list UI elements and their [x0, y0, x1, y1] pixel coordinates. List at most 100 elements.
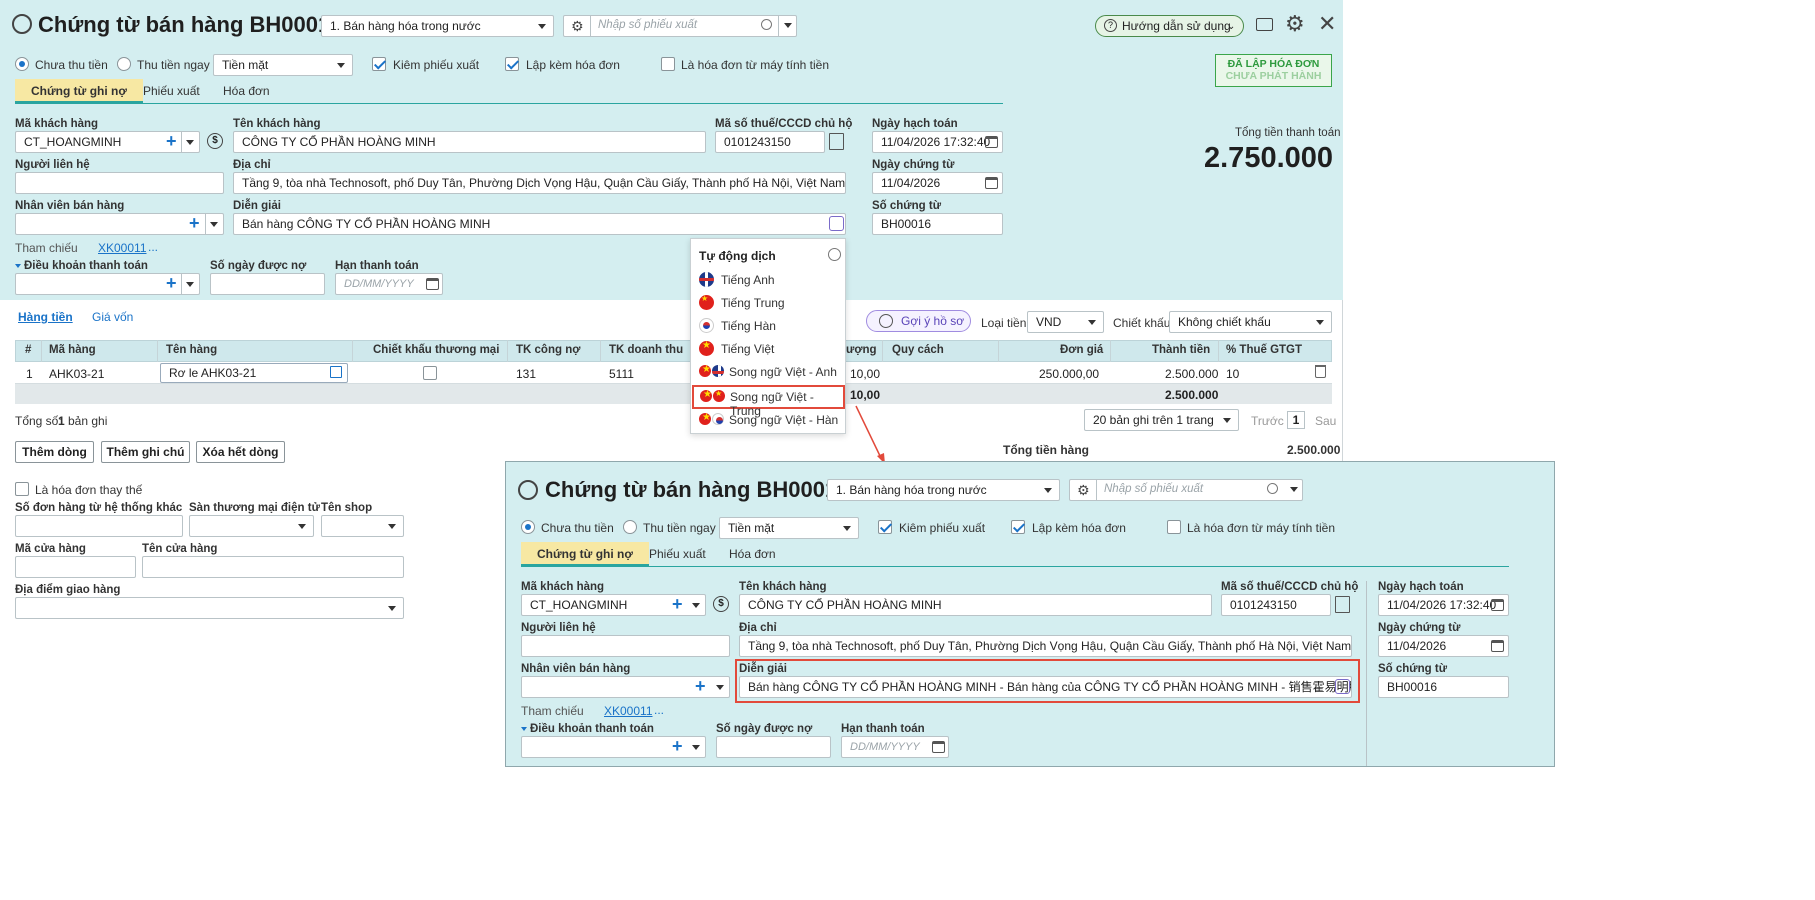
calendar-icon[interactable]	[985, 136, 998, 148]
tax-code-input[interactable]: 0101243150	[715, 131, 825, 153]
calendar-icon[interactable]	[1491, 599, 1504, 611]
add-row-button[interactable]: Thêm dòng	[15, 441, 94, 463]
row-vat[interactable]: 10	[1226, 367, 1239, 381]
collapse-caret-icon[interactable]	[15, 264, 21, 268]
add-salesperson-icon[interactable]: +	[695, 677, 706, 695]
inset-chk-cash-register[interactable]	[1167, 520, 1181, 534]
pager-next[interactable]: Sau	[1315, 414, 1336, 428]
chk-replacement-invoice[interactable]	[15, 482, 29, 496]
gear-icon[interactable]: ⚙	[1077, 482, 1090, 499]
add-customer-icon[interactable]: +	[166, 132, 177, 150]
collapse-caret-icon[interactable]	[521, 727, 527, 731]
calendar-icon[interactable]	[1491, 640, 1504, 652]
chk-invoice[interactable]	[505, 57, 519, 71]
voucher-no-input[interactable]: BH00016	[872, 213, 1003, 235]
chk-cash-register[interactable]	[661, 57, 675, 71]
add-payment-terms-icon[interactable]: +	[166, 274, 177, 292]
inset-reference-link[interactable]: XK00011	[604, 704, 653, 718]
row-trade-discount-checkbox[interactable]	[423, 366, 437, 380]
tab-debit-voucher[interactable]: Chứng từ ghi nợ	[15, 79, 143, 103]
tax-lookup-icon[interactable]	[1335, 596, 1350, 613]
contact-input[interactable]	[15, 172, 224, 194]
translate-icon[interactable]	[829, 216, 844, 231]
tab-invoice[interactable]: Hóa đơn	[223, 84, 270, 98]
settings-icon[interactable]: ⚙	[1285, 11, 1305, 37]
currency-select[interactable]: VND	[1027, 311, 1104, 333]
inset-customer-name-input[interactable]: CÔNG TY CỔ PHẦN HOÀNG MINH	[739, 594, 1212, 616]
pager-page[interactable]: 1	[1287, 411, 1305, 429]
close-icon[interactable]: ✕	[1318, 11, 1336, 37]
inset-payment-method-select[interactable]: Tiền mặt	[719, 517, 859, 539]
inset-radio-paid-now[interactable]	[623, 520, 637, 534]
inset-contact-input[interactable]	[521, 635, 730, 657]
calendar-icon[interactable]	[932, 741, 945, 753]
currency-dollar-icon[interactable]: $	[713, 596, 729, 612]
delivery-select[interactable]	[15, 597, 404, 619]
translate-option-english[interactable]: Tiếng Anh	[691, 269, 847, 292]
translate-option-bilingual-vi-zh[interactable]: Song ngữ Việt - Trung	[692, 385, 845, 418]
inset-tab-invoice[interactable]: Hóa đơn	[729, 547, 776, 561]
inset-chk-export[interactable]	[878, 520, 892, 534]
inset-address-input[interactable]: Tầng 9, tòa nhà Technosoft, phố Duy Tân,…	[739, 635, 1352, 657]
description-input[interactable]: Bán hàng CÔNG TY CỔ PHẦN HOÀNG MINH	[233, 213, 846, 235]
gear-icon[interactable]: ⚙	[571, 18, 584, 35]
trash-icon[interactable]	[1315, 365, 1326, 378]
row-revenue-account[interactable]: 5111	[609, 367, 634, 381]
chevron-down-icon[interactable]	[692, 603, 700, 608]
row-item-code[interactable]: AHK03-21	[49, 367, 104, 381]
add-customer-icon[interactable]: +	[672, 595, 683, 613]
inset-reference-more[interactable]: ...	[654, 703, 664, 717]
translate-option-bilingual-vi-ko[interactable]: Song ngữ Việt - Hàn	[691, 409, 847, 432]
inset-tab-export-slip[interactable]: Phiếu xuất	[649, 547, 706, 561]
marketplace-select[interactable]	[189, 515, 314, 537]
store-name-input[interactable]	[142, 556, 404, 578]
calendar-icon[interactable]	[985, 177, 998, 189]
chk-export[interactable]	[372, 57, 386, 71]
payment-method-select[interactable]: Tiền mặt	[213, 54, 353, 76]
inset-voucher-date-input[interactable]: 11/04/2026	[1378, 635, 1509, 657]
credit-days-input[interactable]	[210, 273, 325, 295]
search-icon[interactable]	[761, 19, 772, 30]
add-payment-terms-icon[interactable]: +	[672, 737, 683, 755]
chevron-down-icon[interactable]	[692, 745, 700, 750]
radio-paid-now[interactable]	[117, 57, 131, 71]
translate-option-bilingual-vi-en[interactable]: Song ngữ Việt - Anh	[691, 361, 847, 384]
address-input[interactable]: Tầng 9, tòa nhà Technosoft, phố Duy Tân,…	[233, 172, 846, 194]
store-code-input[interactable]	[15, 556, 136, 578]
customer-name-input[interactable]: CÔNG TY CỔ PHẦN HOÀNG MINH	[233, 131, 706, 153]
pager-select[interactable]: 20 bản ghi trên 1 trang	[1084, 409, 1239, 431]
calendar-icon[interactable]	[426, 278, 439, 290]
posting-date-input[interactable]: 11/04/2026 17:32:40	[872, 131, 1003, 153]
radio-unpaid[interactable]	[15, 57, 29, 71]
row-quantity[interactable]: 10,00	[850, 367, 880, 381]
grid-tab-cost[interactable]: Giá vốn	[92, 310, 133, 324]
currency-dollar-icon[interactable]: $	[207, 133, 223, 149]
grid-tab-goods[interactable]: Hàng tiền	[18, 310, 73, 324]
keyboard-icon[interactable]	[1256, 18, 1273, 31]
discount-select[interactable]: Không chiết khấu	[1169, 311, 1332, 333]
translate-option-korean[interactable]: Tiếng Hàn	[691, 315, 847, 338]
translate-option-vietnamese[interactable]: Tiếng Việt	[691, 338, 847, 361]
inset-description-input[interactable]: Bán hàng CÔNG TY CỔ PHẦN HOÀNG MINH - Bá…	[739, 676, 1352, 698]
image-icon[interactable]	[330, 366, 342, 378]
search-icon[interactable]	[1267, 483, 1278, 494]
shop-name-select[interactable]	[321, 515, 404, 537]
reference-more[interactable]: ...	[148, 240, 158, 254]
voucher-date-input[interactable]: 11/04/2026	[872, 172, 1003, 194]
translate-settings-icon[interactable]	[828, 248, 841, 261]
row-item-name[interactable]: Rơ le AHK03-21	[160, 363, 348, 383]
add-salesperson-icon[interactable]: +	[189, 214, 200, 232]
tax-lookup-icon[interactable]	[829, 133, 844, 150]
inset-voucher-no-input[interactable]: BH00016	[1378, 676, 1509, 698]
pager-prev[interactable]: Trước	[1251, 414, 1284, 428]
inset-voucher-type-select[interactable]: 1. Bán hàng hóa trong nước	[827, 479, 1060, 501]
tab-export-slip[interactable]: Phiếu xuất	[143, 84, 200, 98]
delete-all-rows-button[interactable]: Xóa hết dòng	[196, 441, 285, 463]
history-icon[interactable]	[518, 480, 538, 500]
translate-option-chinese[interactable]: Tiếng Trung	[691, 292, 847, 315]
row-unit-price[interactable]: 250.000,00	[1039, 367, 1099, 381]
inset-posting-date-input[interactable]: 11/04/2026 17:32:40	[1378, 594, 1509, 616]
add-note-button[interactable]: Thêm ghi chú	[101, 441, 190, 463]
inset-chk-invoice[interactable]	[1011, 520, 1025, 534]
voucher-type-select[interactable]: 1. Bán hàng hóa trong nước	[321, 15, 554, 37]
